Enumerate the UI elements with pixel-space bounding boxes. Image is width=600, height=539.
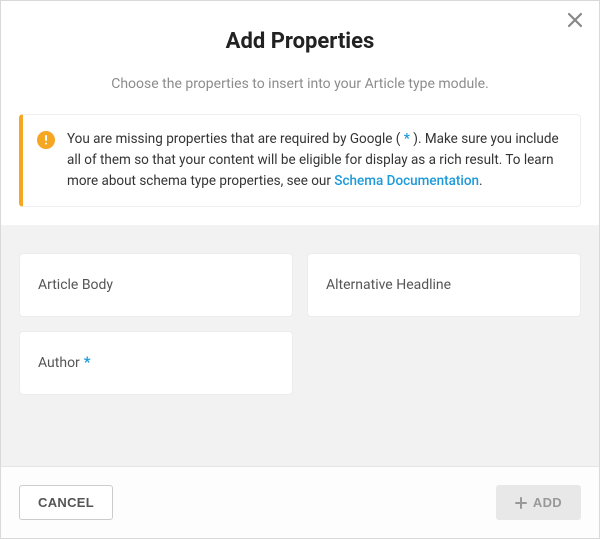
property-label: Article Body [38,276,113,294]
schema-documentation-link[interactable]: Schema Documentation [334,173,479,189]
plus-icon [515,497,527,509]
add-button[interactable]: ADD [496,485,581,520]
modal-footer: CANCEL ADD [1,466,599,538]
warning-icon [37,131,55,149]
property-card-alternative-headline[interactable]: Alternative Headline [307,253,581,317]
add-label: ADD [533,495,562,510]
warning-text-3: . [479,173,483,189]
property-label: Author [38,354,80,372]
modal-title: Add Properties [25,29,575,54]
modal-header: Add Properties [1,1,599,62]
cancel-button[interactable]: CANCEL [19,485,113,520]
property-label: Alternative Headline [326,276,451,294]
warning-box: You are missing properties that are requ… [19,114,581,207]
add-properties-modal: Add Properties Choose the properties to … [0,0,600,539]
warning-text: You are missing properties that are requ… [67,129,564,192]
properties-grid: Article Body Alternative Headline Author… [1,225,599,466]
cancel-label: CANCEL [38,495,94,510]
property-card-article-body[interactable]: Article Body [19,253,293,317]
property-card-author[interactable]: Author * [19,331,293,395]
close-button[interactable] [565,11,585,31]
required-star-icon: * [84,353,91,373]
warning-text-1: You are missing properties that are requ… [67,131,404,147]
close-icon [567,12,583,28]
modal-subtitle: Choose the properties to insert into you… [1,62,599,114]
